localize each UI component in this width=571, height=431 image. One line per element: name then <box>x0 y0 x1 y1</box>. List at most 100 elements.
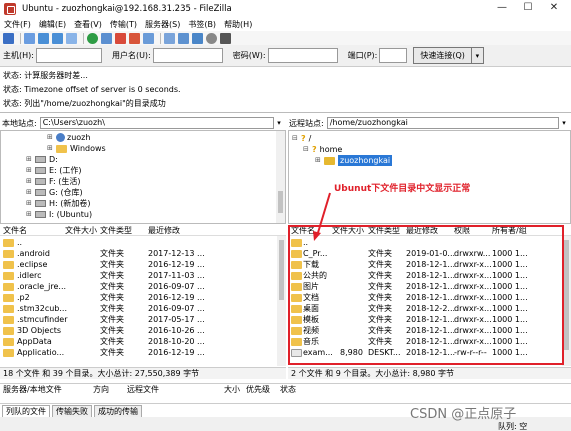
close-button[interactable]: ✕ <box>541 2 567 13</box>
file-row[interactable]: 模板 文件夹 2018-12-1... drwxr-x... 1000 1... <box>288 314 571 325</box>
file-row[interactable]: AppData 文件夹 2018-10-20 ... <box>0 336 286 347</box>
file-row[interactable]: 公共的 文件夹 2018-12-1... drwxr-x... 1000 1... <box>288 270 571 281</box>
file-row[interactable]: 视频 文件夹 2018-12-1... drwxr-x... 1000 1... <box>288 325 571 336</box>
quickconnect-dropdown[interactable]: ▾ <box>471 47 484 64</box>
local-tree-item[interactable]: ⊞ F: (生活) <box>26 176 80 187</box>
file-row[interactable]: 文档 文件夹 2018-12-1... drwxr-x... 1000 1... <box>288 292 571 303</box>
folder-icon <box>291 305 302 313</box>
local-tree-item[interactable]: ⊞ zuozh <box>47 132 90 143</box>
local-path-input[interactable]: C:\Users\zuozh\ <box>39 117 274 129</box>
queue-column-priority[interactable]: 优先级 <box>246 384 270 396</box>
toggle-queue-icon[interactable] <box>66 32 77 44</box>
file-row[interactable]: .oracle_jre... 文件夹 2016-09-07 ... <box>0 281 286 292</box>
search-icon[interactable] <box>206 32 217 44</box>
file-row[interactable]: 图片 文件夹 2018-12-1... drwxr-x... 1000 1... <box>288 281 571 292</box>
queue-column-direction[interactable]: 方向 <box>93 384 109 396</box>
unknown-folder-icon: ? <box>312 145 317 154</box>
file-row[interactable]: .. <box>288 237 571 248</box>
disconnect-icon[interactable] <box>129 32 140 44</box>
menu-edit[interactable]: 编辑(E) <box>39 19 66 30</box>
remote-list-scrollbar[interactable] <box>562 236 571 366</box>
local-tree-item[interactable]: ⊞ E: (工作) <box>26 165 82 176</box>
queue-column-size[interactable]: 大小 <box>224 384 240 396</box>
filter-icon[interactable] <box>164 32 175 44</box>
remote-path-input[interactable]: /home/zuozhongkai <box>326 117 559 129</box>
menu-server[interactable]: 服务器(S) <box>145 19 180 30</box>
file-row[interactable]: 3D Objects 文件夹 2016-10-26 ... <box>0 325 286 336</box>
column-owner[interactable]: 所有者/组 <box>492 225 527 236</box>
menu-file[interactable]: 文件(F) <box>4 19 31 30</box>
queue-column-remote[interactable]: 远程文件 <box>127 384 159 396</box>
file-row[interactable]: C_Pr... 文件夹 2019-01-0... drwxrw... 1000 1... <box>288 248 571 259</box>
file-row[interactable]: Applicatio... 文件夹 2016-12-19 ... <box>0 347 286 358</box>
local-list-scrollbar[interactable] <box>277 236 286 366</box>
cell-name: C_Pr... <box>303 249 328 258</box>
column-filetype[interactable]: 文件类型 <box>368 225 400 236</box>
remote-path-dropdown[interactable]: ▾ <box>559 119 569 127</box>
queue-column-server-local[interactable]: 服务器/本地文件 <box>3 384 62 396</box>
queue-column-status[interactable]: 状态 <box>280 384 296 396</box>
local-tree-item[interactable]: ⊞ D: <box>26 154 58 165</box>
port-input[interactable] <box>379 48 408 63</box>
compare-icon[interactable] <box>178 32 189 44</box>
file-row[interactable]: 下载 文件夹 2018-12-1... drwxr-x... 1000 1... <box>288 259 571 270</box>
file-row[interactable]: .stm32cub... 文件夹 2016-09-07 ... <box>0 303 286 314</box>
file-row[interactable]: exam... 8,980 DESKT... 2018-12-1... -rw-r--r… <box>288 347 571 358</box>
column-filetype[interactable]: 文件类型 <box>100 225 132 236</box>
menu-transfer[interactable]: 传输(T) <box>110 19 137 30</box>
remote-tree-item-selected[interactable]: ⊞ zuozhongkai <box>315 155 393 166</box>
menu-bookmarks[interactable]: 书签(B) <box>188 19 216 30</box>
file-row[interactable]: .android 文件夹 2017-12-13 ... <box>0 248 286 259</box>
binoculars-icon[interactable] <box>220 32 231 44</box>
process-queue-icon[interactable] <box>101 32 112 44</box>
cancel-icon[interactable] <box>115 32 126 44</box>
cell-modified: 2017-05-17 ... <box>148 315 205 324</box>
quickconnect-button[interactable]: 快速连接(Q) <box>413 47 472 64</box>
toggle-log-icon[interactable] <box>24 32 35 44</box>
tab-successful-transfers[interactable]: 成功的传输 <box>94 405 142 417</box>
file-row[interactable]: 音乐 文件夹 2018-12-1... drwxr-x... 1000 1... <box>288 336 571 347</box>
local-tree-item[interactable]: ⊞ G: (仓库) <box>26 187 83 198</box>
menu-view[interactable]: 查看(V) <box>74 19 102 30</box>
file-row[interactable]: .eclipse 文件夹 2016-12-19 ... <box>0 259 286 270</box>
sync-browse-icon[interactable] <box>192 32 203 44</box>
site-manager-icon[interactable] <box>3 32 14 44</box>
column-filename[interactable]: 文件名 <box>3 225 27 236</box>
cell-modified: 2018-12-1... <box>406 260 456 269</box>
column-filesize[interactable]: 文件大小 <box>65 225 97 236</box>
column-modified[interactable]: 最近修改 <box>406 225 438 236</box>
column-permissions[interactable]: 权限 <box>454 225 470 236</box>
maximize-button[interactable]: ☐ <box>515 2 541 13</box>
local-tree-item[interactable]: ⊞ I: (Ubuntu) <box>26 209 92 220</box>
tab-queued-files[interactable]: 列队的文件 <box>2 405 50 417</box>
column-filesize[interactable]: 文件大小 <box>332 225 364 236</box>
cell-type: 文件夹 <box>100 271 124 280</box>
cell-type: 文件夹 <box>368 315 392 324</box>
local-tree-scrollbar[interactable] <box>276 131 285 223</box>
file-row[interactable]: .p2 文件夹 2016-12-19 ... <box>0 292 286 303</box>
remote-tree-item[interactable]: ⊟? home <box>303 144 342 155</box>
toggle-remote-tree-icon[interactable] <box>52 32 63 44</box>
remote-tree-item[interactable]: ⊟? / <box>292 133 311 144</box>
toolbar-separator <box>83 32 84 44</box>
file-row[interactable]: .stmcufinder 文件夹 2017-05-17 ... <box>0 314 286 325</box>
minimize-button[interactable]: — <box>489 2 515 13</box>
local-path-dropdown[interactable]: ▾ <box>274 119 284 127</box>
host-input[interactable] <box>35 48 102 63</box>
file-row[interactable]: .. <box>0 237 286 248</box>
file-row[interactable]: 桌面 文件夹 2018-12-2... drwxr-x... 1000 1... <box>288 303 571 314</box>
refresh-icon[interactable] <box>87 32 98 44</box>
local-tree-item[interactable]: ⊞ H: (新加卷) <box>26 198 91 209</box>
username-input[interactable] <box>152 48 223 63</box>
password-input[interactable] <box>267 48 338 63</box>
column-filename[interactable]: 文件名 <box>291 225 315 236</box>
column-modified[interactable]: 最近修改 <box>148 225 180 236</box>
filezilla-app-icon <box>4 3 16 15</box>
file-row[interactable]: .idlerc 文件夹 2017-11-03 ... <box>0 270 286 281</box>
reconnect-icon[interactable] <box>143 32 154 44</box>
local-tree-item[interactable]: ⊞ Windows <box>47 143 106 154</box>
toggle-local-tree-icon[interactable] <box>38 32 49 44</box>
menu-help[interactable]: 帮助(H) <box>224 19 252 30</box>
tab-failed-transfers[interactable]: 传输失败 <box>52 405 92 417</box>
cell-type: 文件夹 <box>100 260 124 269</box>
